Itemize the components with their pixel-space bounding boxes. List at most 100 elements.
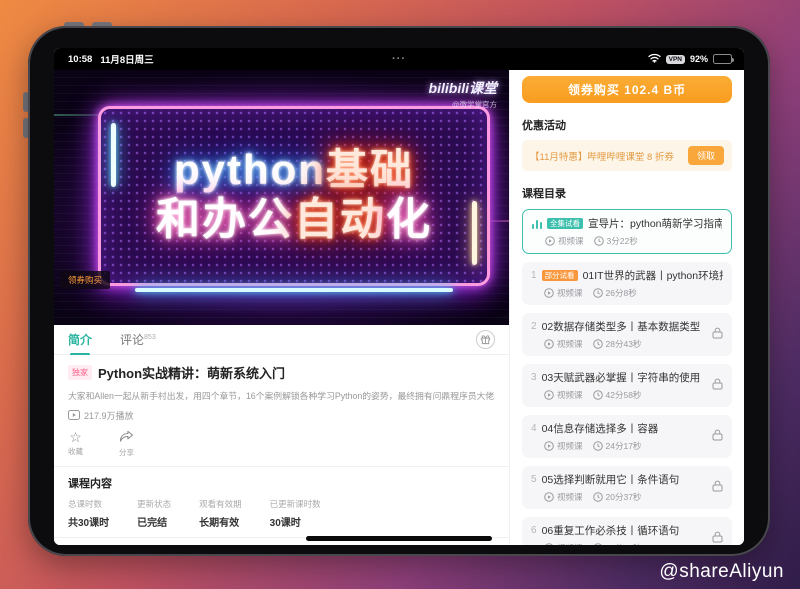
episode-type: 视频课 [557,338,583,350]
episode-type: 视频课 [558,235,584,247]
battery-percent: 92% [690,54,708,64]
lock-icon [712,530,723,546]
meta-update-status: 更新状态 已完结 [137,498,171,529]
episode-type: 视频课 [557,440,583,452]
favorite-button[interactable]: ☆ 收藏 [68,430,83,458]
episode-number: 4 [531,423,537,434]
episode-title: 04信息存储选择多丨容器 [542,421,659,436]
tab-intro[interactable]: 简介 [68,331,92,348]
playing-bars-icon [532,219,542,229]
episode-item-trailer[interactable]: 全集试看 宣导片：python萌新学习指南 视频课 3分22秒 [522,209,732,254]
play-circle-icon [544,441,554,451]
lock-icon [712,428,723,446]
catalog-heading: 课程目录 [522,185,732,201]
tab-comments[interactable]: 评论853 [120,331,156,348]
ipad-frame: 10:58 11月8日周三 ··· VPN 92% bilibili课堂 @微学… [28,26,770,556]
episode-title: 02数据存储类型多丨基本数据类型 [542,319,701,334]
claim-coupon-button[interactable]: 领取 [688,146,724,165]
course-sidebar: 领券购买 102.4 B币 优惠活动 【11月特惠】哔哩哔哩课堂 8 折券 领取… [509,70,744,545]
play-circle-icon [544,543,554,545]
meta-value: 30课时 [270,514,321,529]
episode-item-1[interactable]: 1 部分试看 01IT世界的武器丨python环境搭建_第一个 视频课 26分8… [522,262,732,305]
play-circle-icon [544,288,554,298]
meta-validity: 观看有效期 长期有效 [199,498,242,529]
play-count: 217.9万播放 [84,409,134,422]
episode-duration: 42分58秒 [606,389,642,401]
status-time: 10:58 [68,54,92,65]
lock-icon [712,326,723,344]
episode-duration: 26分8秒 [606,287,637,299]
episode-duration: 24分17秒 [606,440,642,452]
neon-banner: python基础 和办公自动化 [98,106,490,286]
clock-icon [593,288,603,298]
meta-value: 长期有效 [199,514,242,529]
clock-icon [593,339,603,349]
course-description: 大家和Allen一起从新手村出发，用四个章节，16个案例解锁各种学习Python… [68,389,495,402]
tab-bar: 简介 评论853 [54,325,509,355]
episode-type: 视频课 [557,491,583,503]
episode-title: 01IT世界的武器丨python环境搭建_第一个 [583,268,723,283]
banner-jichu-text: 基础 [326,146,414,193]
meta-total-lessons: 总课时数 共30课时 [68,498,109,529]
clock-icon [593,492,603,502]
banner-zidong-text: 自动 [294,195,386,244]
status-bar: 10:58 11月8日周三 ··· VPN 92% [54,48,744,70]
favorite-label: 收藏 [68,446,83,457]
episode-number: 3 [531,372,537,383]
play-circle-icon [545,236,555,246]
share-button[interactable]: 分享 [119,430,134,458]
episode-title: 宣导片：python萌新学习指南 [588,216,722,231]
comments-count: 853 [144,334,156,341]
gift-icon[interactable] [476,330,495,349]
episode-type: 视频课 [557,389,583,401]
episode-item-2[interactable]: 2 02数据存储类型多丨基本数据类型 视频课 28分43秒 [522,313,732,356]
share-label: 分享 [119,447,134,458]
watermark: @shareAliyun [659,561,784,583]
full-preview-badge: 全集试看 [547,218,583,230]
content-section-heading: 课程内容 [68,475,495,491]
episode-duration: 25分32秒 [606,542,642,545]
banner-line-1: python基础 [174,149,414,191]
wifi-icon [648,53,661,65]
episode-item-3[interactable]: 3 03天赋武器必掌握丨字符串的使用 视频课 42分58秒 [522,364,732,407]
partial-preview-badge: 部分试看 [542,270,578,282]
home-indicator[interactable] [306,536,492,541]
play-count-icon [68,410,80,422]
course-intro-panel: 独家 Python实战精讲：萌新系统入门 大家和Allen一起从新手村出发，用四… [54,355,509,545]
episode-type: 视频课 [557,542,583,545]
bilibili-classroom-logo: bilibili课堂 @微学堂官方 [429,78,497,110]
episode-number: 5 [531,474,537,485]
episode-number: 1 [531,270,537,281]
coupon-text: 【11月特惠】哔哩哔哩课堂 8 折券 [530,149,682,163]
banner-line-2: 和办公自动化 [156,197,432,243]
episode-title: 03天赋武器必掌握丨字符串的使用 [542,370,701,385]
play-circle-icon [544,492,554,502]
meta-updated-lessons: 已更新课时数 30课时 [270,498,321,529]
episode-item-4[interactable]: 4 04信息存储选择多丨容器 视频课 24分17秒 [522,415,732,458]
lock-icon [712,479,723,497]
course-title: Python实战精讲：萌新系统入门 [98,363,285,382]
star-icon: ☆ [69,430,82,444]
tab-comments-label: 评论 [120,333,144,347]
status-date: 11月8日周三 [100,52,153,66]
episode-item-5[interactable]: 5 05选择判断就用它丨条件语句 视频课 20分37秒 [522,466,732,509]
episode-number: 2 [531,321,537,332]
meta-label: 更新状态 [137,498,171,510]
buy-button[interactable]: 领券购买 102.4 B币 [522,76,732,103]
logo-text: bilibili课堂 [429,78,497,98]
divider [54,466,509,467]
episode-duration: 28分43秒 [606,338,642,350]
course-video-player[interactable]: bilibili课堂 @微学堂官方 python基础 和办公自动化 领券购买 [54,70,509,325]
lock-icon [712,377,723,395]
coupon-buy-tag[interactable]: 领券购买 [60,271,110,289]
episode-title: 05选择判断就用它丨条件语句 [542,472,680,487]
clock-icon [594,236,604,246]
multitask-dots-icon: ··· [392,48,406,70]
meta-value: 共30课时 [68,514,109,529]
banner-hebangong-text: 和办公 [156,195,294,244]
coupon-card: 【11月特惠】哔哩哔哩课堂 8 折券 领取 [522,140,732,171]
battery-icon [713,54,732,64]
exclusive-badge: 独家 [68,365,92,380]
episode-number: 6 [531,525,537,536]
episode-item-6[interactable]: 6 06重复工作必杀技丨循环语句 视频课 25分32秒 [522,517,732,545]
